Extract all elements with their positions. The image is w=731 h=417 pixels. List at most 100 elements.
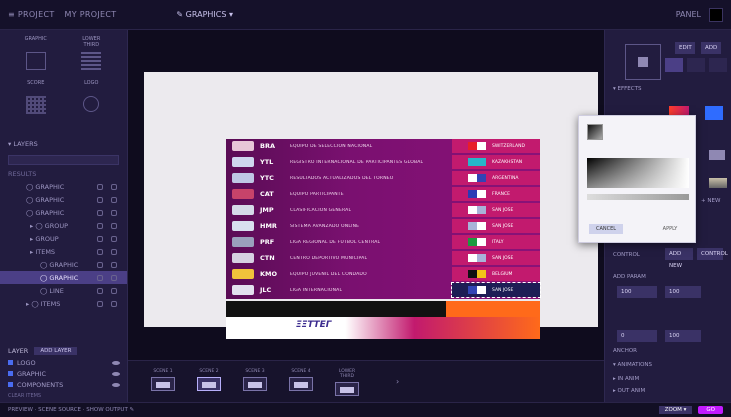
country-cell[interactable]: SAN JOSE <box>452 203 540 217</box>
template-lower-third[interactable]: LOWER THIRD <box>78 36 106 70</box>
hue-slider[interactable] <box>587 194 689 200</box>
color-picker-popup[interactable]: CANCEL APPLY <box>578 115 696 243</box>
gradient-chip[interactable] <box>709 178 727 188</box>
lock-icon[interactable] <box>111 261 117 268</box>
scene-frame[interactable]: SCENE 1 <box>148 369 178 391</box>
country-cell[interactable]: SAN JOSE <box>452 219 540 233</box>
layer-item[interactable]: ◯ GRAPHIC <box>0 271 127 284</box>
align-chip-icon[interactable] <box>709 58 727 72</box>
param-b-input[interactable]: 100 <box>665 286 701 298</box>
add-button[interactable]: ADD <box>701 42 721 54</box>
layers-header[interactable]: ▾ LAYERS <box>0 136 127 152</box>
layer-item[interactable]: ▸ ITEMS <box>0 245 127 258</box>
align-chip-icon[interactable] <box>687 58 705 72</box>
result-row[interactable]: JMP CLASIFICACIÓN GENERAL SAN JOSE <box>226 203 540 217</box>
lock-icon[interactable] <box>111 183 117 190</box>
cancel-button[interactable]: CANCEL <box>589 224 623 234</box>
country-cell[interactable]: SWITZERLAND <box>452 139 540 153</box>
new-link[interactable]: + NEW <box>701 198 720 204</box>
lock-icon[interactable] <box>111 196 117 203</box>
clear-items-link[interactable]: CLEAR ITEMS <box>0 390 128 402</box>
add-new-field[interactable]: ADD NEW <box>665 248 693 269</box>
scene-frame[interactable]: LOWER THIRD <box>332 369 362 396</box>
eye-icon[interactable] <box>112 360 120 365</box>
layer-item[interactable]: ◯ GRAPHIC <box>0 180 127 193</box>
country-cell[interactable]: ARGENTINA <box>452 171 540 185</box>
stroke-color-chip[interactable] <box>709 150 725 160</box>
country-cell[interactable]: FRANCE <box>452 187 540 201</box>
result-row[interactable]: JLC LIGA INTERNACIONAL SAN JOSE <box>226 282 541 298</box>
scene-frame[interactable]: SCENE 2 <box>194 369 224 391</box>
visibility-row[interactable]: COMPONENTS <box>0 379 128 390</box>
template-graphic[interactable]: GRAPHIC <box>22 36 50 70</box>
lock-icon[interactable] <box>111 287 117 294</box>
breadcrumb-project[interactable]: ≡ PROJECT <box>8 10 55 19</box>
visibility-row[interactable]: GRAPHIC <box>0 368 128 379</box>
workspace-selector[interactable]: ✎ GRAPHICS ▾ <box>176 10 233 19</box>
country-cell[interactable]: ITALY <box>452 235 540 249</box>
param-d-input[interactable]: 100 <box>665 330 701 342</box>
layer-item[interactable]: ◯ GRAPHIC <box>0 193 127 206</box>
lock-icon[interactable] <box>111 209 117 216</box>
eye-icon[interactable] <box>112 371 120 376</box>
align-chip-icon[interactable] <box>665 58 683 72</box>
template-logo[interactable]: LOGO <box>78 80 106 114</box>
eye-icon[interactable] <box>112 382 120 387</box>
layer-search-input[interactable] <box>8 155 119 165</box>
param-c-input[interactable]: 0 <box>617 330 657 342</box>
control-field[interactable]: CONTROL <box>697 248 728 260</box>
current-color-swatch[interactable] <box>587 124 603 140</box>
result-row[interactable]: CAT EQUIPO PARTICIPANTE FRANCE <box>226 187 540 201</box>
layer-item[interactable]: ▸ ◯ GROUP <box>0 219 127 232</box>
country-cell[interactable]: KAZAKHSTAN <box>452 155 540 169</box>
result-row[interactable]: PRF LIGA REGIONAL DE FUTBOL CENTRAL ITALY <box>226 235 540 249</box>
country-cell[interactable]: BELGIUM <box>452 267 540 281</box>
layer-item[interactable]: ◯ GRAPHIC <box>0 258 127 271</box>
result-row[interactable]: YTC RESULTADOS ACTUALIZADOS DEL TORNEO ARG… <box>226 171 540 185</box>
effects-section[interactable]: ▾ EFFECTS <box>613 86 641 92</box>
layer-item[interactable]: ▸ GROUP <box>0 232 127 245</box>
eye-icon[interactable] <box>97 300 103 307</box>
result-row[interactable]: CTN CENTRO DEPORTIVO MUNICIPAL SAN JOSE <box>226 251 540 265</box>
eye-icon[interactable] <box>97 235 103 242</box>
eye-icon[interactable] <box>97 209 103 216</box>
alignment-grid-icon[interactable] <box>625 44 661 80</box>
country-cell[interactable]: SAN JOSE <box>451 282 541 298</box>
eye-icon[interactable] <box>97 248 103 255</box>
color-gradient-area[interactable] <box>587 158 689 188</box>
eye-icon[interactable] <box>97 274 103 281</box>
lock-icon[interactable] <box>111 235 117 242</box>
visibility-row[interactable]: LOGO <box>0 357 128 368</box>
breadcrumb-name[interactable]: MY PROJECT <box>65 10 117 19</box>
zoom-dropdown[interactable]: ZOOM ▾ <box>658 406 693 414</box>
layer-item[interactable]: ◯ LINE <box>0 284 127 297</box>
country-cell[interactable]: SAN JOSE <box>452 251 540 265</box>
scene-frame[interactable]: SCENE 3 <box>240 369 270 391</box>
in-anim-item[interactable]: ▸ IN ANIM <box>613 376 639 382</box>
eye-icon[interactable] <box>97 287 103 294</box>
apply-button[interactable]: APPLY <box>655 224 685 234</box>
template-score[interactable]: SCORE <box>22 80 50 114</box>
param-a-input[interactable]: 100 <box>617 286 657 298</box>
animations-section[interactable]: ▾ ANIMATIONS <box>613 362 652 368</box>
layer-item[interactable]: ◯ GRAPHIC <box>0 206 127 219</box>
layer-item[interactable]: ▸ ◯ ITEMS <box>0 297 127 310</box>
eye-icon[interactable] <box>97 183 103 190</box>
eye-icon[interactable] <box>97 196 103 203</box>
lock-icon[interactable] <box>111 274 117 281</box>
add-layer-button[interactable]: ADD LAYER <box>34 347 78 355</box>
accent-color-chip[interactable] <box>705 106 723 120</box>
results-graphic[interactable]: BRA EQUIPO DE SELECCIÓN NACIONAL SWITZERLA… <box>226 139 541 363</box>
out-anim-item[interactable]: ▸ OUT ANIM <box>613 388 645 394</box>
stage[interactable]: BRA EQUIPO DE SELECCIÓN NACIONAL SWITZERLA… <box>144 72 598 339</box>
scene-frame[interactable]: SCENE 4 <box>286 369 316 391</box>
lock-icon[interactable] <box>111 222 117 229</box>
edit-button[interactable]: EDIT <box>675 42 695 54</box>
avatar[interactable] <box>709 7 723 22</box>
go-button[interactable]: GO <box>698 406 723 414</box>
result-row[interactable]: YTL REGISTRO INTERNACIONAL DE PARTICIPANT… <box>226 155 540 169</box>
chevron-right-icon[interactable]: › <box>396 377 399 386</box>
result-row[interactable]: BRA EQUIPO DE SELECCIÓN NACIONAL SWITZERLA… <box>226 139 540 153</box>
eye-icon[interactable] <box>97 222 103 229</box>
lock-icon[interactable] <box>111 300 117 307</box>
